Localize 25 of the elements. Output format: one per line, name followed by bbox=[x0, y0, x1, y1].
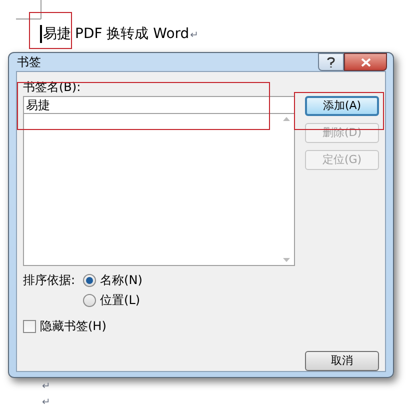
paragraph-mark: ↵ bbox=[190, 29, 199, 43]
document-text: PDF 换转成 Word bbox=[75, 25, 190, 43]
checkbox-label: 隐藏书签(H) bbox=[40, 318, 106, 335]
radio-button[interactable] bbox=[83, 274, 96, 286]
help-button[interactable] bbox=[318, 53, 344, 71]
paragraph-mark: ↵ bbox=[42, 380, 52, 394]
bookmark-list[interactable] bbox=[23, 114, 295, 266]
scroll-down-icon[interactable] bbox=[282, 258, 290, 262]
dialog-title: 书签 bbox=[17, 54, 41, 71]
checkbox[interactable] bbox=[23, 320, 36, 332]
scroll-up-icon[interactable] bbox=[282, 117, 290, 121]
crop-mark-icon bbox=[16, 0, 42, 20]
sort-label: 排序依据: bbox=[23, 272, 76, 289]
highlight-frame bbox=[29, 12, 72, 49]
name-field[interactable]: 易捷 bbox=[23, 96, 295, 114]
close-button[interactable] bbox=[344, 53, 387, 71]
radio-label: 名称(N) bbox=[100, 272, 142, 289]
help-icon bbox=[327, 56, 335, 68]
dialog-button[interactable]: 添加(A) bbox=[305, 96, 379, 116]
close-icon bbox=[360, 58, 370, 66]
radio-button[interactable] bbox=[83, 294, 96, 306]
radio-label: 位置(L) bbox=[100, 292, 140, 309]
paragraph-mark: ↵ bbox=[42, 396, 52, 406]
cancel-button[interactable]: 取消 bbox=[305, 351, 379, 371]
selected-text: 易捷 bbox=[40, 25, 71, 43]
